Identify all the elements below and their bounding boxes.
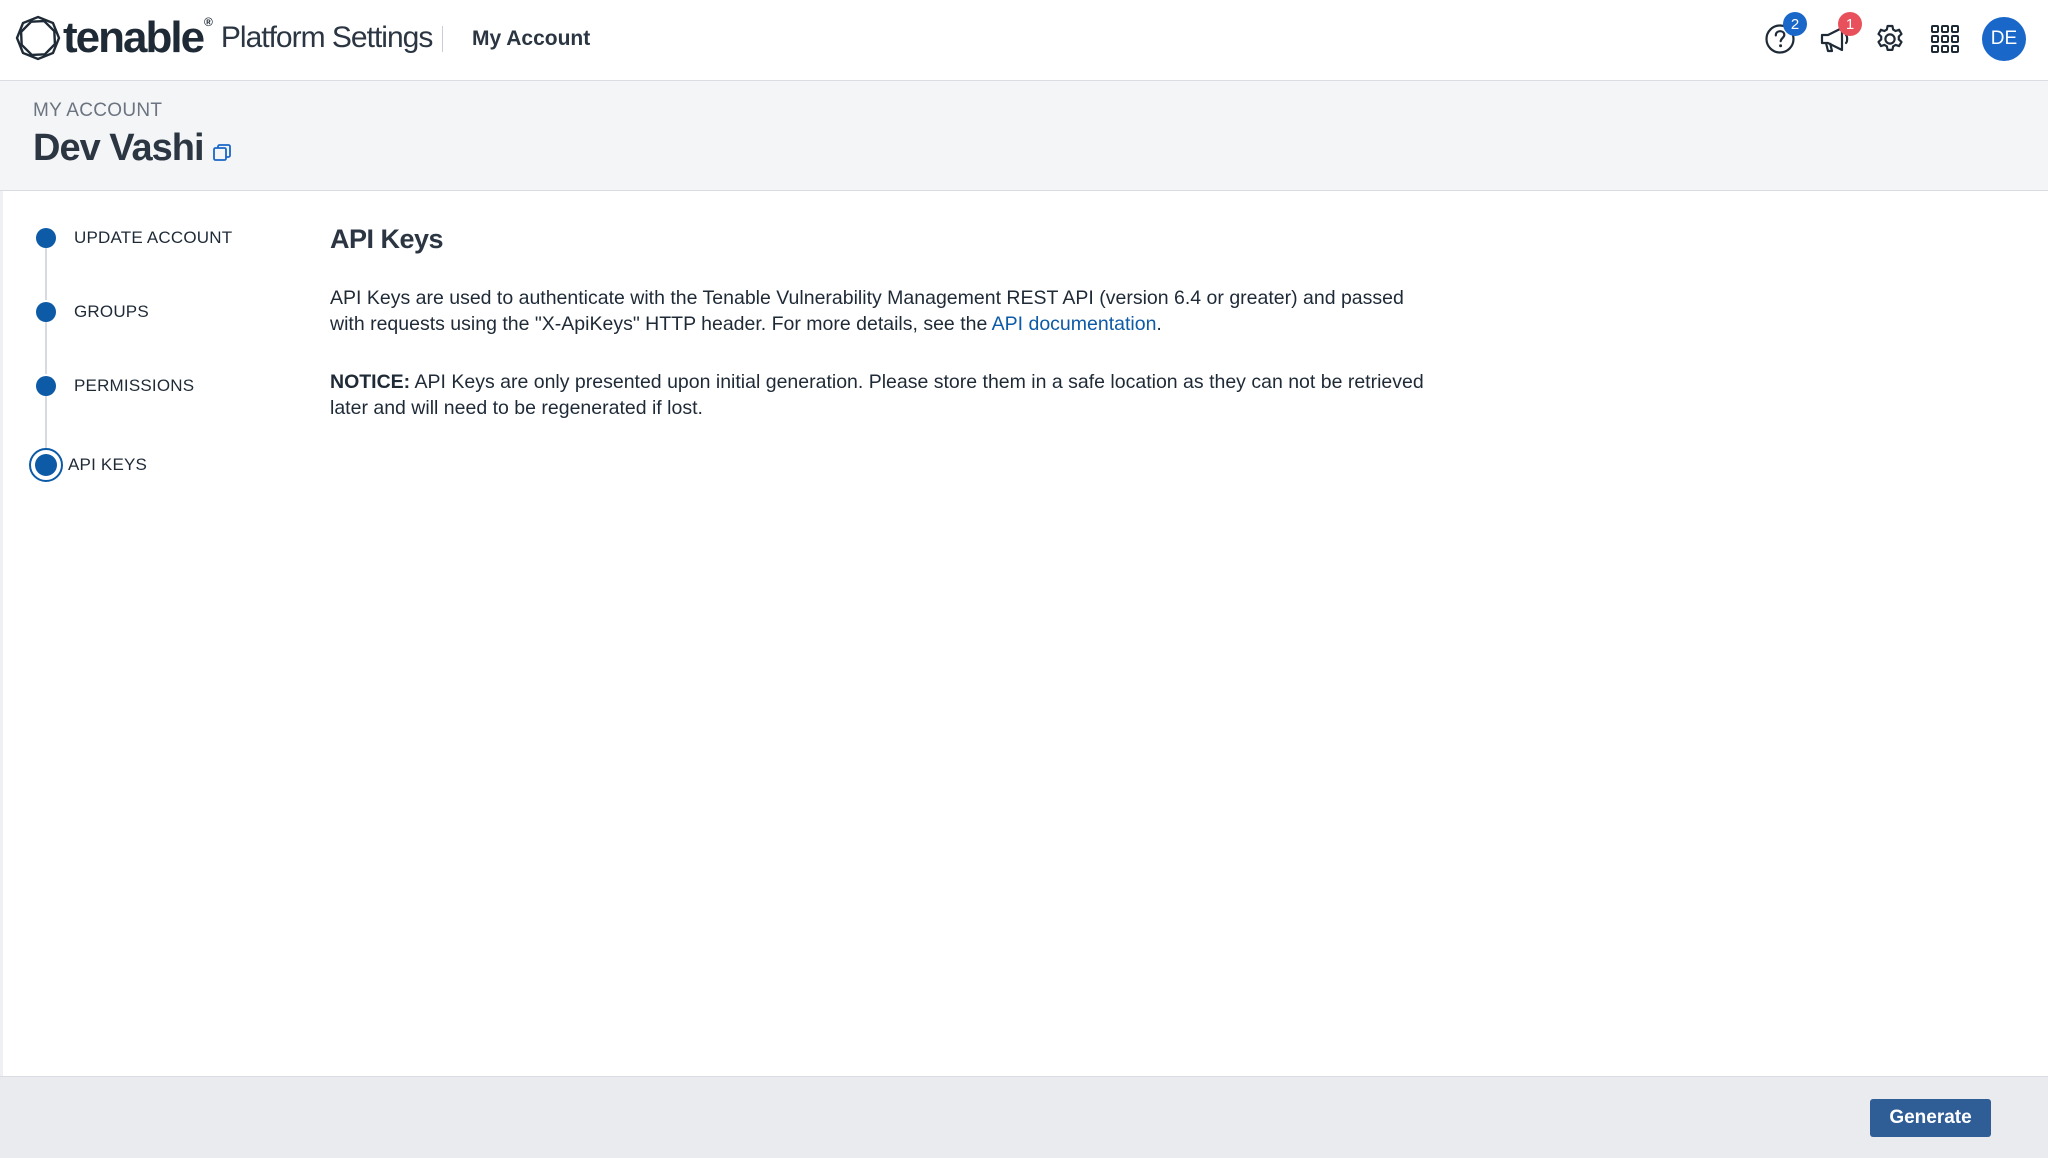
user-avatar[interactable]: DE <box>1982 17 2026 61</box>
top-section-title: My Account <box>472 27 591 50</box>
brand[interactable]: tenable® Platform Settings <box>15 13 433 62</box>
top-divider <box>442 26 443 52</box>
step-api-keys[interactable]: API KEYS <box>29 448 148 482</box>
app-grid-icon <box>1931 25 1959 53</box>
notifications-button[interactable]: 1 <box>1812 12 1862 62</box>
api-keys-panel: API Keys API Keys are used to authentica… <box>330 224 1430 421</box>
help-badge: 2 <box>1783 12 1807 36</box>
step-connector <box>45 248 47 300</box>
notice-label: NOTICE: <box>330 371 411 393</box>
app-switcher-button[interactable] <box>1922 16 1968 62</box>
top-bar: tenable® Platform Settings My Account 2 … <box>0 0 2048 81</box>
step-update-account[interactable]: UPDATE ACCOUNT <box>36 228 232 248</box>
action-footer: Generate <box>0 1076 2048 1158</box>
api-keys-notice: NOTICE: API Keys are only presented upon… <box>330 371 1424 419</box>
step-label: PERMISSIONS <box>74 376 195 395</box>
copy-icon[interactable] <box>212 143 232 163</box>
generate-button[interactable]: Generate <box>1870 1099 1991 1137</box>
page-header: MY ACCOUNT Dev Vashi <box>0 81 2048 191</box>
product-name: Platform Settings <box>220 21 433 54</box>
page-eyebrow: MY ACCOUNT <box>33 100 163 121</box>
page-title: Dev Vashi <box>33 127 205 169</box>
gear-icon <box>1877 24 1903 51</box>
tenable-logo-icon <box>15 15 61 61</box>
step-groups[interactable]: GROUPS <box>36 302 149 322</box>
step-connector <box>45 396 47 452</box>
title-row: Dev Vashi <box>33 127 232 170</box>
step-label: API KEYS <box>68 455 148 474</box>
brand-name: tenable® <box>63 13 213 62</box>
step-label: UPDATE ACCOUNT <box>74 228 233 247</box>
step-dot <box>36 376 56 396</box>
api-keys-description: API Keys are used to authenticate with t… <box>330 287 1404 335</box>
step-permissions[interactable]: PERMISSIONS <box>36 376 194 396</box>
step-label: GROUPS <box>74 302 149 321</box>
step-dot <box>36 228 56 248</box>
step-dot-active <box>29 448 63 482</box>
step-connector <box>45 322 47 374</box>
settings-button[interactable] <box>1867 16 1913 62</box>
help-button[interactable]: 2 <box>1757 12 1807 62</box>
top-actions: 2 1 DE <box>1748 12 2026 62</box>
step-dot <box>36 302 56 322</box>
api-documentation-link[interactable]: API documentation <box>992 313 1157 335</box>
section-title: API Keys <box>330 224 444 254</box>
notifications-badge: 1 <box>1838 12 1862 36</box>
left-rail <box>0 191 3 1076</box>
